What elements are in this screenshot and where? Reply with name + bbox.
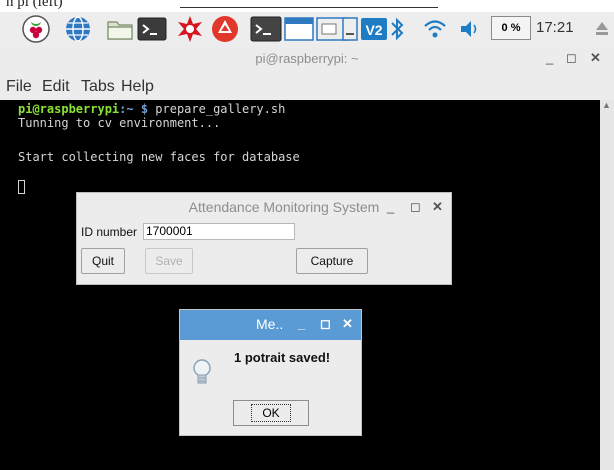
terminal-output-line: Start collecting new faces for database: [18, 150, 300, 164]
save-button[interactable]: Save: [145, 248, 193, 274]
menu-tabs[interactable]: Tabs: [81, 78, 115, 96]
terminal-menubar: File Edit Tabs Help: [0, 73, 614, 100]
volume-icon[interactable]: [458, 16, 482, 42]
prompt-command: prepare_gallery.sh: [148, 102, 286, 116]
wifi-icon[interactable]: [422, 16, 448, 42]
message-dialog-title: Me..: [256, 316, 284, 332]
cpu-usage-monitor[interactable]: 0 %: [491, 16, 531, 40]
file-manager-icon[interactable]: [106, 16, 134, 42]
minimize-icon[interactable]: _: [546, 50, 553, 65]
ok-label: OK: [251, 404, 291, 422]
vnc-label: V2: [365, 22, 382, 38]
message-minimize-icon[interactable]: _: [298, 316, 305, 331]
message-text: 1 potrait saved!: [234, 350, 331, 365]
prompt-path: :~ $: [119, 102, 149, 116]
terminal-titlebar[interactable]: pi@raspberrypi: ~ _ ◻ ✕: [0, 46, 614, 73]
capture-button[interactable]: Capture: [296, 248, 368, 274]
cropped-header-strip: n pi (left): [0, 0, 614, 12]
message-maximize-icon[interactable]: ◻: [320, 316, 331, 332]
attendance-close-icon[interactable]: ✕: [432, 199, 443, 215]
id-number-input[interactable]: 1700001: [143, 223, 295, 240]
window-task-icon[interactable]: [284, 16, 314, 42]
vnc-icon[interactable]: V2: [360, 16, 388, 42]
id-number-label: ID number: [81, 225, 138, 239]
bluetooth-icon[interactable]: [388, 16, 406, 42]
mathematica-icon[interactable]: [210, 16, 240, 42]
quit-button[interactable]: Quit: [81, 248, 125, 274]
message-dialog-titlebar[interactable]: Me.. _ ◻ ✕: [180, 310, 361, 340]
terminal-output-line: Tunning to cv environment...: [18, 116, 221, 130]
web-browser-icon[interactable]: [64, 16, 92, 42]
scroll-up-icon[interactable]: ▲: [602, 100, 611, 110]
clock[interactable]: 17:21: [536, 16, 574, 40]
menu-file[interactable]: File: [6, 78, 32, 96]
wolfram-icon[interactable]: [176, 16, 204, 42]
terminal-launcher-icon[interactable]: [137, 16, 167, 42]
lightbulb-info-icon: [193, 359, 211, 384]
attendance-dialog-title: Attendance Monitoring System: [188, 199, 380, 215]
terminal-window-task-icon[interactable]: [250, 16, 282, 42]
message-dialog: Me.. _ ◻ ✕ 1 potrait saved! OK: [179, 309, 362, 436]
raspberry-menu-icon[interactable]: [22, 15, 50, 43]
close-icon[interactable]: ✕: [590, 50, 601, 66]
terminal-scrollbar[interactable]: [600, 100, 614, 470]
menu-edit[interactable]: Edit: [42, 78, 70, 96]
cropped-text: n pi (left): [6, 0, 63, 10]
menu-help[interactable]: Help: [121, 78, 154, 96]
eject-icon[interactable]: [594, 16, 610, 42]
terminal-cursor: [18, 180, 25, 194]
attendance-minimize-icon[interactable]: _: [387, 199, 394, 214]
maximize-icon[interactable]: ◻: [566, 50, 577, 66]
ok-button[interactable]: OK: [233, 400, 309, 426]
prompt-user: pi@raspberrypi: [18, 102, 120, 116]
minimized-window-task-icon[interactable]: [342, 16, 358, 42]
terminal-title: pi@raspberrypi: ~: [255, 51, 359, 66]
message-close-icon[interactable]: ✕: [342, 316, 353, 332]
attendance-maximize-icon[interactable]: ◻: [410, 199, 421, 215]
terminal-prompt-line: pi@raspberrypi:~ $ prepare_gallery.sh: [18, 102, 285, 116]
attendance-dialog: Attendance Monitoring System _ ◻ ✕ ID nu…: [76, 192, 452, 285]
cropped-underline: [180, 7, 438, 8]
